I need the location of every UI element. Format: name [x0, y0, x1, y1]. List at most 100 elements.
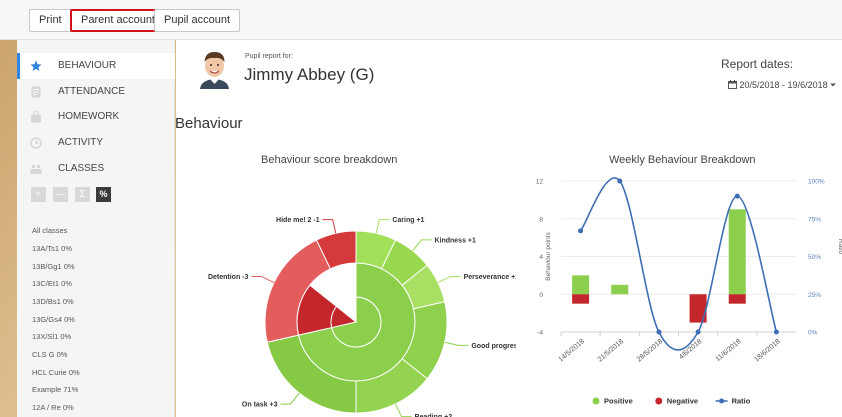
sidebar-item-label: BEHAVIOUR [58, 60, 117, 71]
sum-button[interactable]: Σ [75, 187, 90, 202]
pupil-name: Jimmy Abbey (G) [244, 65, 375, 84]
pupil-account-button[interactable]: Pupil account [154, 9, 241, 32]
y-tick-label: 4 [539, 254, 543, 261]
ratio-point-11-6-2018 [734, 193, 740, 199]
class-item[interactable]: 13G/Gs4 0% [32, 315, 75, 324]
y-tick-label: 0 [539, 292, 543, 299]
y-axis-title: Behaviour points [545, 232, 552, 281]
class-item[interactable]: HCL Curie 0% [32, 368, 80, 377]
main-content: Pupil report for: Jimmy Abbey (G) Report… [175, 40, 842, 417]
y2-tick-label: 0% [808, 330, 818, 337]
x-tick-label: 21/5/2018 [597, 338, 625, 363]
people-icon [30, 164, 42, 174]
pie-connector-kindness [412, 239, 432, 252]
section-title: Behaviour [175, 115, 243, 132]
y2-axis-title: Ratio [837, 239, 842, 255]
sidebar-item-homework[interactable]: HOMEWORK [17, 104, 175, 130]
print-button[interactable]: Print [29, 9, 72, 32]
class-item[interactable]: Example 71% [32, 385, 78, 394]
legend-label-ratio: Ratio [732, 397, 751, 406]
weekly-behaviour-chart: 12 8 4 0 -4 100% 75% 50% 25% 0% Behaviour points Ra… [536, 177, 842, 406]
calendar-icon [728, 80, 737, 89]
ratio-point-18-6-2018 [773, 329, 779, 335]
ratio-point-28-5-2018 [656, 329, 662, 335]
legend-label-negative: Negative [667, 397, 698, 406]
bar-positive-11-6-2018 [728, 209, 746, 295]
y2-tick-label: 25% [808, 292, 821, 299]
legend-marker-negative [655, 397, 663, 405]
class-item[interactable]: 13X/Sl1 0% [32, 332, 71, 341]
pie-chart-title: Behaviour score breakdown [261, 154, 398, 166]
ratio-point-21-5-2018 [617, 178, 623, 184]
collapse-button[interactable]: — [53, 187, 68, 202]
x-tick-label: 18/6/2018 [753, 338, 781, 363]
bar-chart-title: Weekly Behaviour Breakdown [609, 154, 756, 166]
legend-marker-ratio [719, 398, 725, 404]
percent-icon: % [99, 189, 108, 199]
x-tick-label: 14/5/2018 [558, 338, 586, 363]
minus-icon: — [55, 189, 66, 200]
report-dates-label: Report dates: [721, 57, 794, 71]
x-tick-label: 28/5/2018 [636, 338, 664, 363]
y-tick-label: -4 [537, 330, 543, 337]
sidebar: BEHAVIOUR ATTENDANCE HOMEWORK ACTIVITY C… [17, 40, 175, 417]
sidebar-item-label: ATTENDANCE [58, 86, 126, 97]
y2-tick-label: 100% [808, 179, 825, 186]
clock-icon [30, 137, 42, 149]
sidebar-item-activity[interactable]: ACTIVITY [17, 130, 175, 156]
sidebar-item-label: HOMEWORK [58, 111, 120, 122]
document-icon [31, 86, 41, 98]
legend-marker-positive [592, 397, 600, 405]
sidebar-item-label: ACTIVITY [58, 137, 104, 148]
pie-connector-perseverance [437, 275, 461, 283]
pie-connector-on-task [280, 392, 300, 405]
sidebar-item-label: CLASSES [58, 163, 105, 174]
class-item[interactable]: 13A/Ts1 0% [32, 244, 72, 253]
report-dates-dropdown[interactable]: 20/5/2018 - 19/6/2018 [728, 80, 837, 90]
top-toolbar: Print Parent account Pupil account [0, 0, 842, 40]
pie-label-on-task: On task +3 [242, 402, 278, 409]
bar-positive-21-5-2018 [611, 284, 629, 295]
pie-connector-reading [395, 403, 412, 417]
pie-label-detention: Detention -3 [208, 274, 249, 281]
report-dates-value: 20/5/2018 - 19/6/2018 [739, 80, 828, 90]
class-item[interactable]: 13C/Et1 0% [32, 279, 72, 288]
pie-label-hide-me-2: Hide me! 2 -1 [276, 217, 320, 224]
class-item[interactable]: 13D/Bs1 0% [32, 297, 74, 306]
class-item[interactable]: 12A / Re 0% [32, 403, 74, 412]
pie-connector-hide-me-2 [322, 219, 337, 234]
star-icon [30, 60, 42, 71]
pie-label-perseverance: Perseverance +1 [464, 274, 516, 281]
parent-account-button[interactable]: Parent account [70, 9, 166, 32]
pie-connector-detention [251, 275, 275, 283]
bar-positive-14-5-2018 [572, 275, 590, 295]
bag-icon [31, 111, 41, 123]
class-item[interactable]: CLS G 0% [32, 350, 67, 359]
class-item[interactable]: 13B/Gg1 0% [32, 262, 75, 271]
percent-button[interactable]: % [96, 187, 111, 202]
class-item-all[interactable]: All classes [32, 226, 67, 235]
pie-label-good-progress: Good progress +2 [471, 343, 516, 350]
plus-icon: + [35, 189, 42, 200]
avatar [200, 52, 229, 89]
ratio-point-14-5-2018 [578, 228, 584, 234]
bar-negative-14-5-2018 [572, 294, 590, 304]
y-tick-label: 8 [539, 216, 543, 223]
sidebar-item-behaviour[interactable]: BEHAVIOUR [17, 53, 175, 79]
sidebar-item-attendance[interactable]: ATTENDANCE [17, 79, 175, 105]
ratio-line [579, 177, 778, 351]
ratio-point-4-6-2018 [695, 329, 701, 335]
caret-down-icon [830, 83, 837, 87]
y-tick-label: 12 [536, 179, 544, 186]
y2-tick-label: 75% [808, 216, 821, 223]
sigma-icon: Σ [79, 189, 86, 200]
sidebar-item-classes[interactable]: CLASSES [17, 156, 175, 182]
pie-label-caring: Caring +1 [392, 217, 424, 224]
behaviour-score-pie-chart: Caring +1 Kindness +1 Perseverance +1 Good … [208, 217, 516, 417]
report-for-label: Pupil report for: [245, 53, 293, 60]
x-tick-label: 11/6/2018 [715, 338, 743, 363]
pie-label-kindness: Kindness +1 [434, 237, 476, 244]
bar-negative-11-6-2018 [728, 294, 746, 304]
expand-button[interactable]: + [31, 187, 46, 202]
y2-tick-label: 50% [808, 254, 821, 261]
